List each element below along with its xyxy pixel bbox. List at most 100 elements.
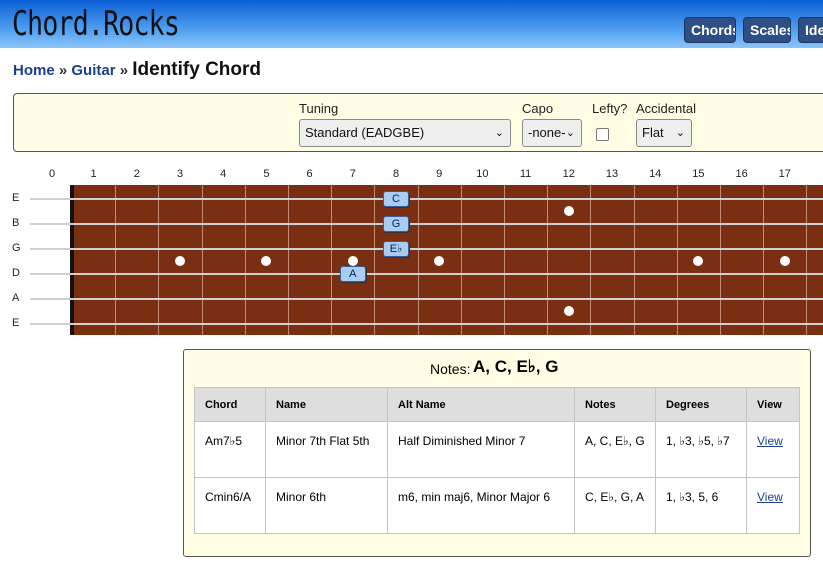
string-label: B [12, 217, 20, 229]
fret-number: 13 [605, 168, 619, 180]
fret-number: 14 [649, 168, 662, 180]
lefty-label: Lefty? [592, 101, 628, 116]
fret-number: 1 [90, 168, 97, 180]
column-header-chord: Chord [194, 387, 266, 422]
table-header-row: Chord Name Alt Name Notes Degrees View [194, 387, 800, 422]
cell-name: Minor 6th [265, 477, 388, 534]
fret-line [115, 185, 116, 335]
fret-line [245, 185, 246, 335]
guitar-string [30, 273, 823, 275]
tuning-select[interactable]: Standard (EADGBE) ⌄ [299, 119, 511, 147]
nav-scales-button[interactable]: Scales [743, 17, 791, 43]
table-row: Cmin6/A Minor 6th m6, min maj6, Minor Ma… [194, 477, 800, 534]
fretboard-nut [70, 185, 74, 335]
nav-identify-button[interactable]: Iden [798, 17, 823, 43]
cell-view: View [746, 421, 800, 478]
tuning-label: Tuning [299, 101, 339, 116]
fret-line [763, 185, 764, 335]
inlay-dot [563, 306, 574, 316]
cell-notes: A, C, E♭, G [574, 421, 656, 478]
cell-view: View [746, 477, 800, 534]
fret-number: 8 [392, 168, 400, 180]
fret-number: 3 [176, 168, 184, 180]
fret-number: 0 [48, 168, 56, 180]
view-chord-link[interactable]: View [757, 490, 783, 504]
cell-chord: Cmin6/A [194, 477, 266, 534]
fret-note-marker[interactable]: E♭ [383, 241, 409, 257]
cell-notes: C, E♭, G, A [574, 477, 656, 534]
fret-line [374, 185, 375, 335]
capo-select[interactable]: -none- ⌄ [522, 119, 582, 147]
fret-note-marker[interactable]: C [383, 191, 409, 207]
cell-name: Minor 7th Flat 5th [265, 421, 388, 478]
guitar-string [30, 323, 823, 325]
cell-degrees: 1, ♭3, 5, 6 [655, 477, 747, 534]
column-header-name: Name [265, 387, 388, 422]
string-label: A [12, 292, 20, 304]
inlay-dot [175, 256, 185, 266]
fret-line [547, 185, 548, 335]
fret-line [158, 185, 159, 335]
notes-value: A, C, E♭, G [473, 357, 559, 376]
guitar-string [30, 248, 823, 250]
string-label: E [12, 317, 20, 329]
fret-number: 12 [562, 168, 575, 180]
accidental-select[interactable]: Flat ⌄ [636, 119, 692, 147]
fret-number: 9 [436, 168, 443, 180]
guitar-string [30, 223, 823, 225]
fret-numbers: 0 1 2 3 4 5 6 7 8 9 10 11 12 13 14 15 16 17 [0, 168, 823, 182]
view-chord-link[interactable]: View [757, 434, 783, 448]
chord-results-table: Chord Name Alt Name Notes Degrees View A… [194, 387, 800, 534]
fret-number: 16 [735, 168, 748, 180]
guitar-string [30, 198, 823, 200]
breadcrumb-separator: » [119, 62, 129, 79]
accidental-label: Accidental [636, 101, 696, 116]
cell-degrees: 1, ♭3, ♭5, ♭7 [655, 421, 747, 478]
tuning-value: Standard (EADGBE) [305, 125, 425, 140]
chevron-down-icon: ⌄ [565, 127, 575, 139]
guitar-string [30, 298, 823, 300]
fret-line [461, 185, 462, 335]
column-header-view: View [746, 387, 800, 422]
nav-chords-button[interactable]: Chords [684, 17, 736, 43]
capo-value: -none- [528, 125, 566, 140]
breadcrumb-home-link[interactable]: Home [13, 62, 55, 79]
inlay-dot [779, 256, 790, 266]
column-header-notes: Notes [574, 387, 656, 422]
table-row: Am7♭5 Minor 7th Flat 5th Half Diminished… [194, 421, 800, 478]
fret-line [677, 185, 678, 335]
capo-label: Capo [522, 101, 554, 116]
page-title: Identify Chord [132, 59, 262, 80]
inlay-dot [347, 256, 358, 266]
fret-line [634, 185, 635, 335]
fret-number: 5 [263, 168, 270, 180]
column-header-alt-name: Alt Name [387, 387, 575, 422]
fret-line [806, 185, 807, 335]
fret-line [331, 185, 332, 335]
fret-note-marker[interactable]: G [383, 216, 409, 232]
fret-line [720, 185, 721, 335]
breadcrumb-guitar-link[interactable]: Guitar [71, 62, 115, 79]
string-label: G [12, 242, 21, 254]
fret-number: 15 [692, 168, 705, 180]
cell-alt-name: m6, min maj6, Minor Major 6 [387, 477, 575, 534]
notes-label: Notes: [430, 361, 471, 377]
fret-line [504, 185, 505, 335]
accidental-value: Flat [642, 125, 664, 140]
inlay-dot [563, 206, 574, 216]
fret-note-marker[interactable]: A [339, 266, 366, 282]
fret-line [418, 185, 419, 335]
fret-number: 10 [476, 168, 489, 180]
chevron-down-icon: ⌄ [494, 127, 504, 139]
fret-line [590, 185, 591, 335]
chevron-down-icon: ⌄ [675, 127, 685, 139]
string-label: E [12, 192, 20, 204]
fret-number: 11 [519, 168, 532, 180]
lefty-checkbox[interactable] [596, 128, 609, 141]
column-header-degrees: Degrees [655, 387, 747, 422]
fret-line [202, 185, 203, 335]
site-logo[interactable]: Chord.Rocks [12, 4, 180, 44]
cell-alt-name: Half Diminished Minor 7 [387, 421, 575, 478]
site-header: Chord.Rocks Chords Scales Iden [0, 0, 823, 48]
cell-chord: Am7♭5 [194, 421, 266, 478]
